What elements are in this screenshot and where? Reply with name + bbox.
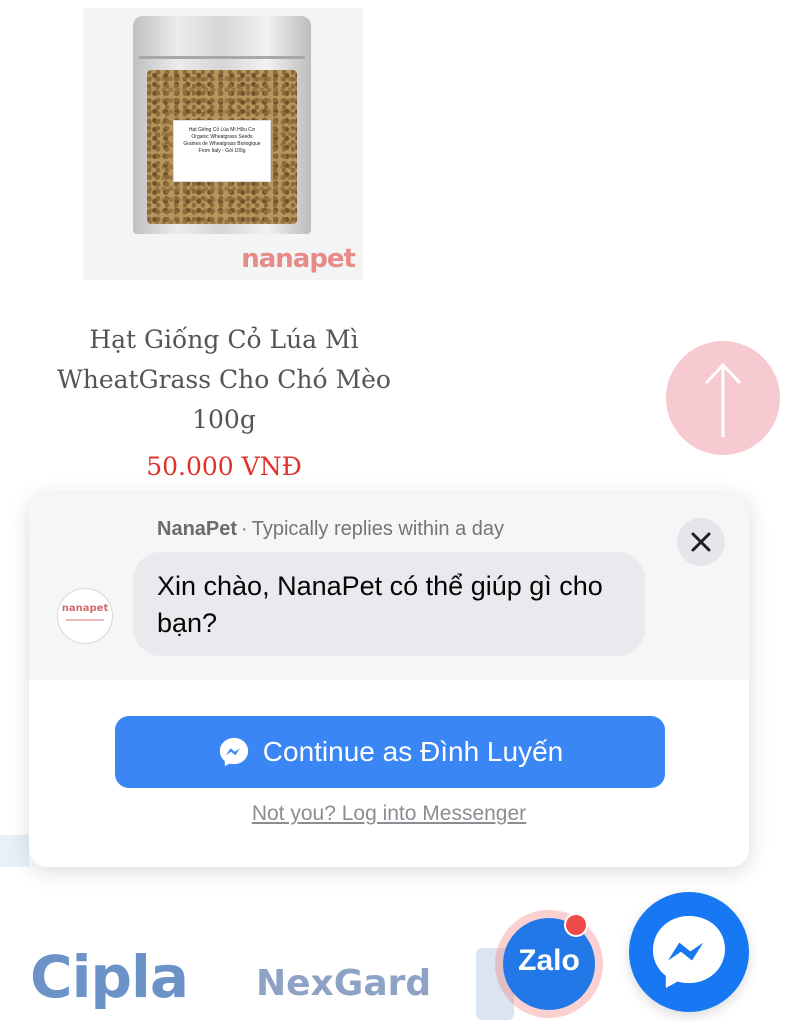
arrow-up-icon: [704, 362, 742, 437]
close-icon: [691, 532, 711, 552]
continue-label: Continue as Đình Luyến: [262, 736, 564, 767]
back-to-top-button[interactable]: [666, 341, 780, 455]
product-name[interactable]: Hạt Giống Cỏ Lúa Mì WheatGrass Cho Chó M…: [40, 320, 408, 440]
nexgard-logo: NexGard: [256, 963, 432, 1004]
messenger-chat-button[interactable]: [629, 892, 749, 1012]
zalo-label: Zalo: [518, 944, 580, 977]
pouch-label: Hạt Giống Cỏ Lúa Mì Hữu Cơ Organic Wheat…: [173, 120, 271, 182]
seed-pouch: Hạt Giống Cỏ Lúa Mì Hữu Cơ Organic Wheat…: [133, 16, 311, 234]
close-button[interactable]: [677, 518, 725, 566]
avatar-logo-line: [66, 619, 104, 621]
messenger-icon: [219, 737, 248, 767]
continue-as-button[interactable]: Continue as Đình Luyến: [115, 716, 665, 788]
zalo-bubble-tail: [525, 988, 549, 1006]
greeting-message: Xin chào, NanaPet có thể giúp gì cho bạn…: [133, 552, 645, 656]
product-price: 50.000 VNĐ: [146, 452, 302, 481]
notification-dot: [564, 913, 588, 937]
nanapet-watermark: nanapet: [241, 244, 356, 274]
avatar-logo-text: nanapet: [61, 603, 109, 614]
messenger-icon: [653, 916, 725, 988]
partner-strip: [0, 835, 29, 867]
page-avatar: nanapet: [57, 588, 113, 644]
log-into-messenger-link[interactable]: Not you? Log into Messenger: [29, 802, 749, 826]
page-info: NanaPet · Typically replies within a day: [157, 518, 504, 541]
reply-time: Typically replies within a day: [251, 518, 505, 540]
messenger-chat-popup: NanaPet · Typically replies within a day n…: [29, 494, 749, 867]
cipla-logo: Cipla: [30, 943, 189, 1011]
page-name: NanaPet: [157, 518, 238, 540]
product-image[interactable]: Hạt Giống Cỏ Lúa Mì Hữu Cơ Organic Wheat…: [83, 8, 363, 280]
chat-header-area: NanaPet · Typically replies within a day n…: [29, 494, 749, 680]
pouch-zipline: [139, 56, 305, 59]
info-separator: ·: [241, 518, 248, 540]
